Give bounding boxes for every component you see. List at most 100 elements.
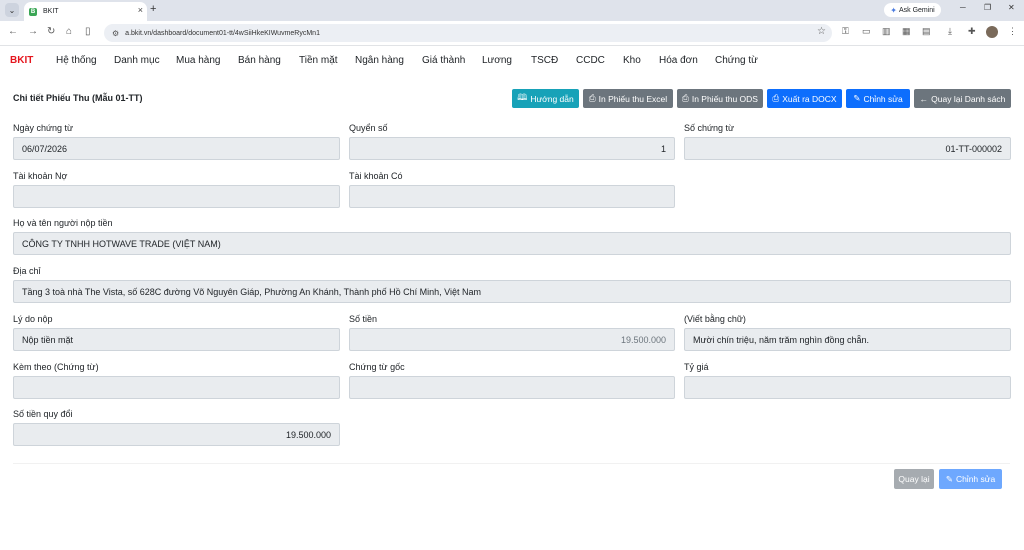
tab-title: BKIT: [43, 8, 59, 15]
back-to-list-label: Quay lại Danh sách: [931, 93, 1006, 104]
footer-edit-button[interactable]: ✎ Chỉnh sửa: [939, 469, 1002, 489]
sidebar-icon[interactable]: ▥: [882, 26, 891, 37]
back-arrow-icon[interactable]: ←: [8, 26, 18, 37]
tk-co-field[interactable]: [349, 185, 675, 208]
kem-theo-field[interactable]: [13, 376, 340, 399]
print-ods-label: In Phiếu thu ODS: [691, 93, 758, 104]
ly-do-label: Lý do nộp: [13, 314, 53, 324]
tab-search-icon[interactable]: ⌄: [5, 3, 19, 17]
tk-co-label: Tài khoản Có: [349, 171, 403, 181]
printer-icon: ⎙: [772, 93, 780, 103]
ngay-chung-tu-label: Ngày chứng từ: [13, 123, 74, 133]
ly-do-field[interactable]: Nộp tiền mặt: [13, 328, 340, 351]
dia-chi-field[interactable]: Tầng 3 toà nhà The Vista, số 628C đường …: [13, 280, 1011, 303]
ty-gia-field[interactable]: [684, 376, 1011, 399]
book-icon: 🕮: [517, 91, 528, 102]
arrow-left-icon: ←: [919, 93, 929, 104]
chung-tu-goc-field[interactable]: [349, 376, 675, 399]
quy-doi-field[interactable]: 19.500.000: [13, 423, 340, 446]
tk-no-field[interactable]: [13, 185, 340, 208]
menu-item-hoa-don[interactable]: Hóa đơn: [659, 55, 698, 66]
site-info-icon[interactable]: ⚙: [112, 29, 119, 38]
menu-item-ccdc[interactable]: CCDC: [576, 55, 605, 66]
forward-arrow-icon[interactable]: →: [28, 26, 38, 37]
grid-icon[interactable]: ▤: [922, 26, 931, 37]
kem-theo-label: Kèm theo (Chứng từ): [13, 362, 99, 372]
browser-tab[interactable]: B BKIT ×: [24, 2, 147, 21]
pencil-icon: ✎: [853, 93, 861, 103]
url-text: a.bkit.vn/dashboard/document01-tt/4wSiiH…: [125, 29, 320, 37]
printer-icon: ⎙: [588, 93, 596, 103]
dia-chi-label: Địa chỉ: [13, 266, 41, 276]
menu-item-chung-tu[interactable]: Chứng từ: [715, 55, 758, 66]
home-icon[interactable]: ⌂: [66, 26, 72, 37]
quyen-so-label: Quyển số: [349, 123, 388, 133]
browser-tab-strip: ⌄ B BKIT × + ✦ Ask Gemini ─ ❐ ✕: [0, 0, 1024, 21]
menu-item-he-thong[interactable]: Hệ thống: [56, 55, 97, 66]
quyen-so-field[interactable]: 1: [349, 137, 675, 160]
guide-button[interactable]: 🕮 Hướng dẫn: [512, 89, 579, 108]
menu-item-tscd[interactable]: TSCĐ: [531, 55, 558, 66]
ngay-chung-tu-field[interactable]: 06/07/2026: [13, 137, 340, 160]
so-chung-tu-label: Số chứng từ: [684, 123, 735, 133]
table-icon[interactable]: ▦: [902, 26, 911, 37]
new-tab-icon[interactable]: +: [150, 3, 156, 15]
bkit-favicon-icon: B: [29, 7, 37, 16]
tk-no-label: Tài khoản Nợ: [13, 171, 68, 181]
print-excel-label: In Phiếu thu Excel: [598, 93, 668, 104]
avatar[interactable]: [986, 26, 998, 38]
menu-item-danh-muc[interactable]: Danh mục: [114, 55, 160, 66]
bookmark-star-icon[interactable]: ☆: [817, 26, 826, 37]
bang-chu-label: (Viết bằng chữ): [684, 314, 746, 324]
back-to-list-button[interactable]: ← Quay lại Danh sách: [914, 89, 1011, 108]
address-bar-row: ← → ↻ ⌂ ▯ ⚙ a.bkit.vn/dashboard/document…: [0, 21, 1024, 46]
menu-item-tien-mat[interactable]: Tiền mặt: [299, 55, 338, 66]
quy-doi-label: Số tiền quy đổi: [13, 409, 73, 419]
ty-gia-label: Tỷ giá: [684, 362, 709, 372]
split-view-icon[interactable]: ▯: [85, 26, 91, 37]
nguoi-nop-field[interactable]: CÔNG TY TNHH HOTWAVE TRADE (VIỆT NAM): [13, 232, 1011, 255]
minimize-icon[interactable]: ─: [960, 3, 966, 12]
close-icon[interactable]: ×: [138, 5, 143, 15]
so-chung-tu-field[interactable]: 01-TT-000002: [684, 137, 1011, 160]
ask-gemini-label: Ask Gemini: [898, 6, 935, 14]
brand-logo[interactable]: BKIT: [10, 55, 33, 66]
back-button[interactable]: Quay lại: [894, 469, 934, 489]
so-tien-label: Số tiền: [349, 314, 378, 324]
menu-item-luong[interactable]: Lương: [482, 55, 512, 66]
menu-item-kho[interactable]: Kho: [623, 55, 641, 66]
chung-tu-goc-label: Chứng từ gốc: [349, 362, 405, 372]
ask-gemini-button[interactable]: ✦ Ask Gemini: [884, 3, 941, 17]
download-icon[interactable]: ⤓: [948, 26, 952, 37]
print-excel-button[interactable]: ⎙ In Phiếu thu Excel: [583, 89, 673, 108]
gemini-icon: ✦: [890, 5, 897, 15]
main-menubar: BKIT Hệ thống Danh mục Mua hàng Bán hàng…: [0, 47, 1024, 75]
footer-edit-label: Chỉnh sửa: [955, 474, 996, 484]
nguoi-nop-label: Họ và tên người nộp tiền: [13, 218, 113, 228]
menu-item-ban-hang[interactable]: Bán hàng: [238, 55, 281, 66]
maximize-icon[interactable]: ❐: [984, 3, 991, 12]
window-close-icon[interactable]: ✕: [1008, 3, 1015, 12]
edit-button-label: Chỉnh sửa: [863, 93, 903, 104]
print-ods-button[interactable]: ⎙ In Phiếu thu ODS: [677, 89, 763, 108]
so-tien-field[interactable]: 19.500.000: [349, 328, 675, 351]
edit-button[interactable]: ✎ Chỉnh sửa: [846, 89, 910, 108]
reload-icon[interactable]: ↻: [47, 26, 55, 37]
export-docx-button[interactable]: ⎙ Xuất ra DOCX: [767, 89, 842, 108]
url-bar[interactable]: ⚙ a.bkit.vn/dashboard/document01-tt/4wSi…: [104, 24, 832, 42]
export-docx-label: Xuất ra DOCX: [782, 93, 837, 104]
menu-item-ngan-hang[interactable]: Ngân hàng: [355, 55, 404, 66]
guide-button-label: Hướng dẫn: [530, 93, 574, 104]
menu-item-gia-thanh[interactable]: Giá thành: [422, 55, 465, 66]
back-button-label: Quay lại: [898, 474, 930, 484]
footer-divider: [13, 463, 1010, 464]
more-menu-icon[interactable]: ⋮: [1008, 26, 1017, 37]
menu-item-mua-hang[interactable]: Mua hàng: [176, 55, 220, 66]
printer-icon: ⎙: [682, 93, 689, 103]
key-icon[interactable]: ⚿: [842, 26, 849, 37]
pencil-icon: ✎: [945, 473, 953, 484]
bang-chu-field[interactable]: Mười chín triệu, năm trăm nghìn đồng chẵ…: [684, 328, 1011, 351]
page-title: Chi tiết Phiếu Thu (Mẫu 01-TT): [13, 93, 143, 103]
extensions-icon[interactable]: ✚: [968, 26, 976, 37]
card-icon[interactable]: ▭: [862, 26, 871, 37]
